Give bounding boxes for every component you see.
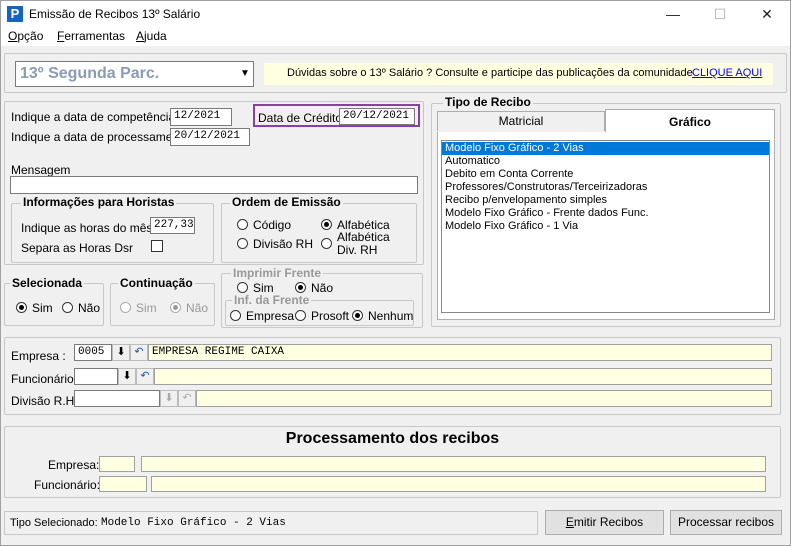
- tab-matricial[interactable]: Matricial: [437, 111, 605, 131]
- app-logo-icon: P: [7, 6, 23, 22]
- clique-aqui-link[interactable]: CLIQUE AQUI: [692, 67, 762, 79]
- imprimir-nao-label: Não: [311, 281, 334, 295]
- funcionario-code-input[interactable]: [74, 368, 118, 385]
- inf-nenhum-label: Nenhum: [368, 309, 414, 323]
- proc-funcionario-code: [99, 476, 147, 492]
- ordem-alfabetica-div-label: Alfabética Div. RH: [337, 230, 390, 257]
- download-icon[interactable]: ⬇: [112, 344, 130, 361]
- list-item[interactable]: Debito em Conta Corrente: [442, 168, 769, 181]
- tab-grafico[interactable]: Gráfico: [605, 109, 775, 133]
- continuacao-nao-label: Não: [186, 301, 209, 315]
- chevron-down-icon[interactable]: ▼: [237, 64, 253, 84]
- inf-empresa-radio[interactable]: [230, 310, 241, 321]
- empresa-code-input[interactable]: 0005: [74, 344, 112, 361]
- divisao-code-input[interactable]: [74, 390, 160, 407]
- menu-ferramentas[interactable]: Ferramentas: [57, 29, 125, 43]
- competencia-label: Indique a data de competência: [11, 110, 176, 124]
- selecionada-title: Selecionada: [10, 276, 85, 290]
- undo-icon[interactable]: ↶: [130, 344, 148, 361]
- imprimir-title: Imprimir Frente: [231, 266, 324, 280]
- undo-icon[interactable]: ↶: [178, 390, 196, 407]
- processar-recibos-button[interactable]: Processar recibos: [670, 510, 782, 535]
- download-icon[interactable]: ⬇: [118, 368, 136, 385]
- ordem-alfabetica-radio[interactable]: [321, 219, 332, 230]
- ordem-title: Ordem de Emissão: [230, 195, 343, 209]
- empresa-name-field: EMPRESA REGIME CAIXA: [148, 344, 772, 361]
- tipo-selecionado-label: Tipo Selecionado:: [10, 517, 98, 529]
- selecionada-sim-label: Sim: [32, 301, 53, 315]
- ordem-divisao-label: Divisão RH: [253, 237, 314, 251]
- horas-input[interactable]: 227,33: [150, 217, 195, 234]
- undo-icon[interactable]: ↶: [136, 368, 154, 385]
- proc-empresa-code: [99, 456, 135, 472]
- mensagem-label: Mensagem: [11, 163, 71, 177]
- emitir-recibos-button[interactable]: Emitir Recibos: [545, 510, 664, 535]
- selecionada-nao-label: Não: [78, 301, 101, 315]
- menu-opcao[interactable]: Opção: [8, 29, 43, 43]
- selecionada-nao-radio[interactable]: [62, 302, 73, 313]
- credito-input[interactable]: 20/12/2021: [339, 108, 415, 125]
- tipo-recibo-title: Tipo de Recibo: [443, 95, 533, 109]
- funcionario-label: Funcionário :: [11, 372, 81, 386]
- divisao-name-field: [196, 390, 772, 407]
- processamento-title: Processamento dos recibos: [285, 430, 500, 447]
- proc-empresa-label: Empresa:: [48, 458, 100, 472]
- continuacao-sim-radio[interactable]: [120, 302, 131, 313]
- proc-funcionario-name: [151, 476, 766, 492]
- title-bar: P Emissão de Recibos 13º Salário — ☐ ✕: [1, 1, 790, 27]
- horistas-title: Informações para Horistas: [21, 195, 177, 209]
- inf-nenhum-radio[interactable]: [352, 310, 363, 321]
- separa-checkbox[interactable]: [151, 240, 163, 252]
- mensagem-input[interactable]: [10, 176, 418, 194]
- continuacao-sim-label: Sim: [136, 301, 157, 315]
- parcela-select[interactable]: 13º Segunda Parc. ▼: [15, 61, 254, 87]
- horas-label: Indique as horas do mês: [21, 221, 153, 235]
- parcela-select-value: 13º Segunda Parc.: [20, 65, 160, 82]
- selecionada-sim-radio[interactable]: [16, 302, 27, 313]
- ordem-codigo-label: Código: [253, 218, 292, 232]
- ordem-alfabetica-div-radio[interactable]: [321, 238, 332, 249]
- menu-bar: Opção Ferramentas Ajuda: [1, 27, 790, 46]
- window-title: Emissão de Recibos 13º Salário: [29, 7, 201, 21]
- imprimir-sim-radio[interactable]: [237, 282, 248, 293]
- proc-empresa-name: [141, 456, 766, 472]
- list-item[interactable]: Modelo Fixo Gráfico - 2 Vias: [442, 142, 769, 155]
- continuacao-title: Continuação: [118, 276, 195, 290]
- tipo-recibo-list[interactable]: Modelo Fixo Gráfico - 2 Vias Automatico …: [441, 140, 770, 313]
- divisao-label: Divisão R.H.:: [11, 394, 82, 408]
- credito-label: Data de Crédito: [258, 111, 343, 125]
- proc-funcionario-label: Funcionário:: [34, 478, 101, 492]
- competencia-input[interactable]: 12/2021: [170, 108, 232, 126]
- list-item[interactable]: Modelo Fixo Gráfico - Frente dados Func.: [442, 207, 769, 220]
- inf-prosoft-radio[interactable]: [295, 310, 306, 321]
- empresa-label: Empresa :: [11, 349, 66, 363]
- list-item[interactable]: Modelo Fixo Gráfico - 1 Via: [442, 220, 769, 233]
- funcionario-name-field: [154, 368, 772, 385]
- separa-label: Separa as Horas Dsr: [21, 241, 134, 255]
- duvidas-banner: Dúvidas sobre o 13º Salário ? Consulte e…: [264, 63, 773, 85]
- tipo-selecionado-value: Modelo Fixo Gráfico - 2 Vias: [101, 517, 286, 529]
- list-item[interactable]: Automatico: [442, 155, 769, 168]
- list-item[interactable]: Professores/Construtoras/Terceirizadoras: [442, 181, 769, 194]
- ordem-divisao-radio[interactable]: [237, 238, 248, 249]
- processamento-label: Indique a data de processamento: [11, 130, 190, 144]
- inf-empresa-label: Empresa: [246, 309, 295, 323]
- list-item[interactable]: Recibo p/envelopamento simples: [442, 194, 769, 207]
- processamento-input[interactable]: 20/12/2021: [170, 128, 250, 146]
- status-bar: Tipo Selecionado: Modelo Fixo Gráfico - …: [4, 511, 538, 535]
- inf-prosoft-label: Prosoft: [311, 309, 350, 323]
- ordem-codigo-radio[interactable]: [237, 219, 248, 230]
- duvidas-text: Dúvidas sobre o 13º Salário ? Consulte e…: [287, 67, 693, 79]
- minimize-button[interactable]: —: [650, 2, 696, 27]
- continuacao-nao-radio[interactable]: [170, 302, 181, 313]
- imprimir-nao-radio[interactable]: [295, 282, 306, 293]
- maximize-button[interactable]: ☐: [697, 2, 743, 27]
- inf-frente-title: Inf. da Frente: [232, 293, 312, 307]
- menu-ajuda[interactable]: Ajuda: [136, 29, 167, 43]
- close-button[interactable]: ✕: [744, 2, 790, 27]
- download-icon[interactable]: ⬇: [160, 390, 178, 407]
